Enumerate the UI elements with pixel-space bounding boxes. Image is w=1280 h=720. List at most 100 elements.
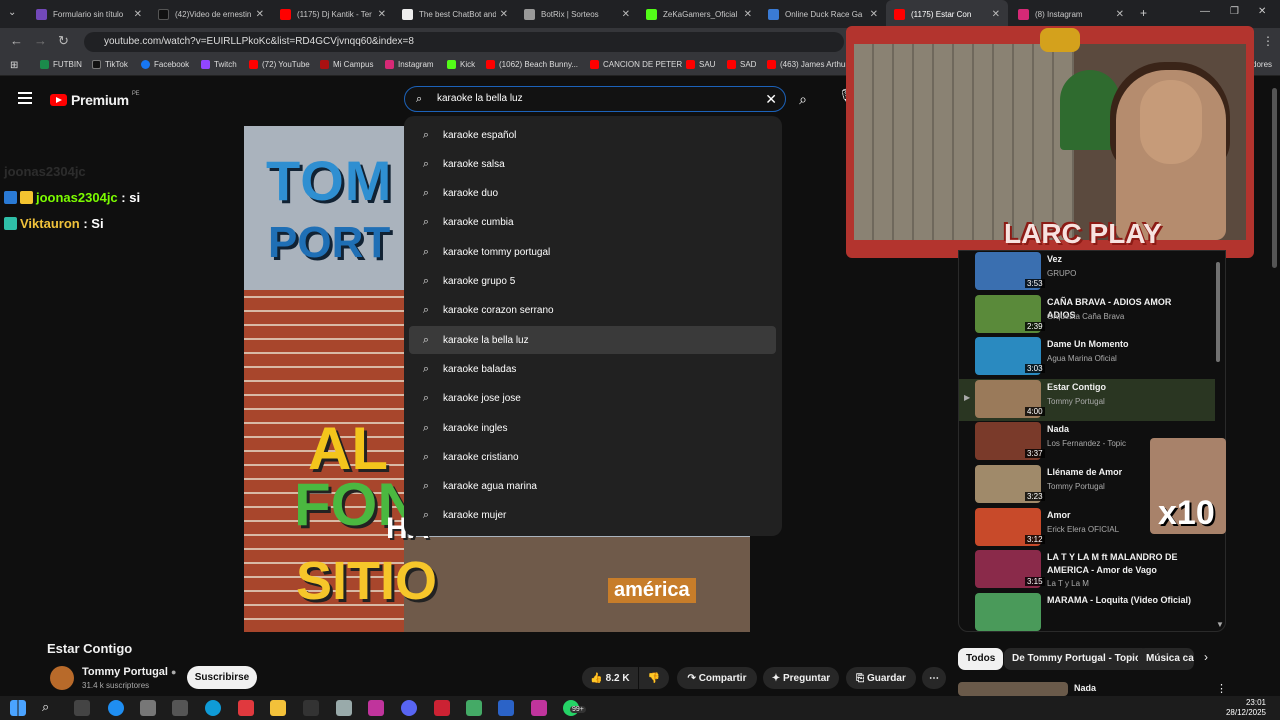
bookmark-tiktok[interactable]: TikTok xyxy=(92,60,128,69)
search-suggestion[interactable]: ⌕ karaoke duo xyxy=(409,180,776,208)
browser-tab[interactable]: (8) Instagram ✕ xyxy=(1010,0,1132,28)
file-explorer-icon[interactable] xyxy=(270,700,286,716)
url-field[interactable]: youtube.com/watch?v=EUIRLLPkoKc&list=RD4… xyxy=(84,32,844,52)
app-icon[interactable] xyxy=(531,700,547,716)
search-input[interactable]: ⌕ karaoke la bella luz ✕ xyxy=(404,86,786,112)
reload-icon[interactable]: ↻ xyxy=(58,33,69,49)
bookmark-youtube[interactable]: (72) YouTube xyxy=(249,60,310,69)
bookmark-beach-bunny[interactable]: (1062) Beach Bunny... xyxy=(486,60,578,69)
app-icon[interactable] xyxy=(368,700,384,716)
bookmark-sad[interactable]: SAD xyxy=(727,60,756,69)
back-icon[interactable]: ← xyxy=(10,33,23,48)
tab-search-icon[interactable]: ⌄ xyxy=(8,7,16,18)
forward-icon[interactable]: → xyxy=(34,33,47,48)
search-button[interactable]: ⌕ xyxy=(788,86,818,112)
close-icon[interactable]: ✕ xyxy=(256,9,264,20)
share-button[interactable]: ↷ Compartir xyxy=(677,667,757,689)
bookmark-futbin[interactable]: FUTBIN xyxy=(40,60,82,69)
search-suggestion[interactable]: ⌕ karaoke salsa xyxy=(409,150,776,178)
apps-icon[interactable]: ⊞ xyxy=(10,60,18,71)
search-taskbar-icon[interactable]: ⌕ xyxy=(42,699,49,715)
close-icon[interactable]: ✕ xyxy=(134,9,142,20)
bookmark-kick[interactable]: Kick xyxy=(447,60,475,69)
close-icon[interactable]: ✕ xyxy=(870,9,878,20)
bookmark-sau[interactable]: SAU xyxy=(686,60,715,69)
playlist-item[interactable]: 3:15 LA T Y LA M ft MALANDRO DE AMERICA -… xyxy=(959,549,1215,591)
close-icon[interactable]: ✕ xyxy=(378,9,386,20)
playlist-item[interactable]: ▶ 4:00 Estar Contigo Tommy Portugal xyxy=(959,378,1215,421)
browser-tab[interactable]: (42)Video de ernestin ✕ xyxy=(150,0,272,28)
search-suggestion[interactable]: ⌕ karaoke tommy portugal xyxy=(409,238,776,266)
chip-channel-topic[interactable]: De Tommy Portugal - Topic xyxy=(1004,648,1149,670)
search-suggestion[interactable]: ⌕ karaoke cristiano xyxy=(409,443,776,471)
bookmark-mi-campus[interactable]: Mi Campus xyxy=(320,60,373,69)
playlist-item[interactable]: 2:39 CAÑA BRAVA - ADIOS AMOR ADIOS Orquest… xyxy=(959,294,1215,336)
chip-all[interactable]: Todos xyxy=(958,648,1004,670)
search-suggestion[interactable]: ⌕ karaoke baladas xyxy=(409,355,776,383)
maximize-button[interactable]: ❐ xyxy=(1230,6,1239,17)
bookmark-all[interactable]: dores xyxy=(1252,60,1272,69)
store-icon[interactable] xyxy=(140,700,156,716)
search-suggestion[interactable]: ⌕ karaoke grupo 5 xyxy=(409,268,776,296)
page-scrollbar[interactable] xyxy=(1272,88,1277,268)
search-suggestion[interactable]: ⌕ karaoke mujer xyxy=(409,502,776,530)
app-icon[interactable] xyxy=(238,700,254,716)
word-icon[interactable] xyxy=(498,700,514,716)
task-view-icon[interactable] xyxy=(74,700,90,716)
more-options-icon[interactable]: ⋮ xyxy=(1216,682,1227,695)
discord-icon[interactable] xyxy=(401,700,417,716)
app-icon[interactable] xyxy=(303,700,319,716)
app-icon[interactable] xyxy=(434,700,450,716)
system-clock[interactable]: 23:01 28/12/2025 xyxy=(1226,698,1266,718)
channel-avatar[interactable] xyxy=(50,666,74,690)
menu-icon[interactable]: ⋮ xyxy=(1262,34,1274,48)
search-suggestion[interactable]: ⌕ karaoke agua marina xyxy=(409,473,776,501)
edge-icon[interactable] xyxy=(205,700,221,716)
app-icon[interactable] xyxy=(466,700,482,716)
save-button[interactable]: ⎘ Guardar xyxy=(846,667,916,689)
bookmark-facebook[interactable]: Facebook xyxy=(141,60,189,69)
search-suggestion[interactable]: ⌕ karaoke ingles xyxy=(409,414,776,442)
playlist-item[interactable]: 3:53 Vez GRUPO xyxy=(959,251,1215,293)
close-icon[interactable]: ✕ xyxy=(622,9,630,20)
close-icon[interactable]: ✕ xyxy=(744,9,752,20)
browser-tab[interactable]: BotRix | Sorteos ✕ xyxy=(516,0,638,28)
start-icon[interactable] xyxy=(10,700,26,716)
guide-menu-icon[interactable] xyxy=(18,92,32,107)
browser-tab[interactable]: Formulario sin título ✕ xyxy=(28,0,150,28)
subscribe-button[interactable]: Suscribirse xyxy=(187,666,257,689)
browser-tab[interactable]: The best ChatBot and ✕ xyxy=(394,0,516,28)
minimize-button[interactable]: — xyxy=(1200,6,1210,17)
search-suggestion[interactable]: ⌕ karaoke cumbia xyxy=(409,209,776,237)
scroll-down-icon[interactable]: ▼ xyxy=(1216,620,1224,629)
search-suggestion[interactable]: ⌕ karaoke la bella luz xyxy=(409,326,776,355)
browser-tab[interactable]: (1175) Dj Kantik - Ter ✕ xyxy=(272,0,394,28)
playlist-item[interactable]: 3:03 Dame Un Momento Agua Marina Oficial xyxy=(959,336,1215,378)
browser-tab-active[interactable]: (1175) Estar Con ✕ xyxy=(886,0,1008,28)
app-icon[interactable] xyxy=(172,700,188,716)
ask-button[interactable]: ✦ Preguntar xyxy=(763,667,839,689)
bookmark-twitch[interactable]: Twitch xyxy=(201,60,237,69)
close-icon[interactable]: ✕ xyxy=(992,9,1000,20)
next-video-thumbnail[interactable] xyxy=(958,682,1068,696)
chevron-right-icon[interactable]: › xyxy=(1204,650,1208,664)
new-tab-button[interactable]: + xyxy=(1140,6,1147,20)
close-icon[interactable]: ✕ xyxy=(1116,9,1124,20)
chrome-icon[interactable] xyxy=(108,700,124,716)
app-icon[interactable] xyxy=(336,700,352,716)
close-icon[interactable]: ✕ xyxy=(500,9,508,20)
playlist-item[interactable]: MARAMA - Loquita (Video Oficial) xyxy=(959,592,1215,631)
clear-search-button[interactable]: ✕ xyxy=(765,91,777,108)
bookmark-james-arthur[interactable]: (463) James Arthur xyxy=(767,60,848,69)
search-suggestion[interactable]: ⌕ karaoke jose jose xyxy=(409,385,776,413)
bookmark-cancion-de-peter[interactable]: CANCION DE PETER xyxy=(590,60,682,69)
search-suggestion[interactable]: ⌕ karaoke corazon serrano xyxy=(409,297,776,325)
like-button[interactable]: 👍 8.2 K xyxy=(582,667,638,689)
browser-tab[interactable]: Online Duck Race Ga ✕ xyxy=(760,0,886,28)
playlist-scrollbar[interactable] xyxy=(1216,262,1220,362)
chip-music[interactable]: Música ca xyxy=(1138,648,1194,670)
youtube-premium-logo[interactable]: Premium PE xyxy=(50,91,140,108)
more-actions-button[interactable]: ⋯ xyxy=(922,667,946,689)
dislike-button[interactable]: 👎 xyxy=(639,667,669,689)
browser-tab[interactable]: ZeKaGamers_Oficial ✕ xyxy=(638,0,760,28)
